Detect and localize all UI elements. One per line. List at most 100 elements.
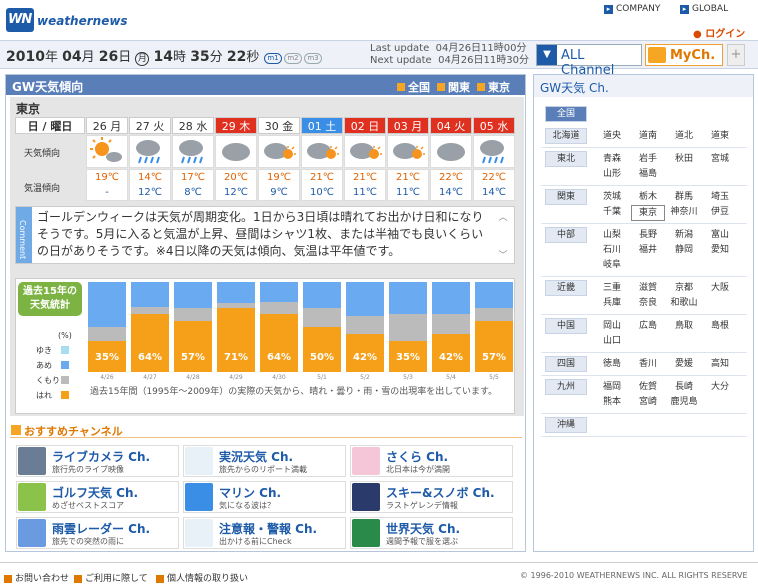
channel-link[interactable]: スキー&スノボ Ch. ラストゲレンデ情報 <box>350 481 513 513</box>
pref-link[interactable]: 島根 <box>703 319 737 333</box>
pref-link[interactable]: 岐阜 <box>595 258 629 272</box>
recommended-divider <box>10 437 522 438</box>
channel-link[interactable]: 注意報・警報 Ch. 出かける前にCheck <box>183 517 346 549</box>
region-7[interactable]: 九州 <box>545 379 587 395</box>
footer-terms-link[interactable]: ご利用に際して <box>74 571 148 584</box>
pref-link[interactable]: 岡山 <box>595 319 629 333</box>
pref-link[interactable]: 青森 <box>595 152 629 166</box>
pref-link[interactable]: 伊豆 <box>703 205 737 219</box>
region-5[interactable]: 中国 <box>545 318 587 334</box>
pref-link[interactable]: 鹿児島 <box>667 395 701 409</box>
channel-link[interactable]: 世界天気 Ch. 週間予報で服を選ぶ <box>350 517 513 549</box>
pref-link[interactable]: 宮城 <box>703 152 737 166</box>
pref-link[interactable]: 石川 <box>595 243 629 257</box>
region-0[interactable]: 北海道 <box>545 128 587 144</box>
region-4[interactable]: 近畿 <box>545 280 587 296</box>
pref-link[interactable]: 広島 <box>631 319 665 333</box>
mode-m3-button[interactable]: m3 <box>304 53 322 64</box>
nav-kanto[interactable]: 関東 <box>437 79 470 95</box>
pref-link[interactable]: 高知 <box>703 357 737 371</box>
pref-link[interactable]: 愛知 <box>703 243 737 257</box>
channel-link[interactable]: さくら Ch. 北日本は今が満開 <box>350 445 513 477</box>
footer-privacy-link[interactable]: 個人情報の取り扱い <box>156 571 248 584</box>
pref-link[interactable]: 群馬 <box>667 190 701 204</box>
region-8[interactable]: 沖縄 <box>545 417 587 433</box>
temp-max: 14℃ <box>138 172 162 183</box>
pref-link[interactable]: 埼玉 <box>703 190 737 204</box>
region-6[interactable]: 四国 <box>545 356 587 372</box>
channel-link[interactable]: 雨雲レーダー Ch. 旅先での突然の雨に <box>16 517 179 549</box>
trend-row-label: 天気傾向 <box>24 149 61 159</box>
pref-link[interactable]: 京都 <box>667 281 701 295</box>
login-link[interactable]: ● ログイン <box>693 25 745 40</box>
live-camera-icon <box>18 447 46 475</box>
pref-link[interactable]: 長崎 <box>667 380 701 394</box>
pref-link[interactable]: 熊本 <box>595 395 629 409</box>
region-3[interactable]: 中部 <box>545 227 587 243</box>
logo-text[interactable]: weathernews <box>37 14 128 28</box>
pref-link[interactable]: 道央 <box>595 129 629 143</box>
pref-link[interactable]: 静岡 <box>667 243 701 257</box>
pref-link[interactable]: 大分 <box>703 380 737 394</box>
pref-link[interactable]: 道北 <box>667 129 701 143</box>
pref-link[interactable]: 徳島 <box>595 357 629 371</box>
all-channel-button[interactable]: ▼ ALL Channel <box>536 44 642 78</box>
pref-link[interactable]: 宮崎 <box>631 395 665 409</box>
channel-link[interactable]: ライブカメラ Ch. 旅行先のライブ映像 <box>16 445 179 477</box>
region-2[interactable]: 関東 <box>545 189 587 205</box>
pref-link[interactable]: 福井 <box>631 243 665 257</box>
channel-link[interactable]: 実況天気 Ch. 旅先からのリポート満載 <box>183 445 346 477</box>
pref-link[interactable]: 千葉 <box>595 205 629 219</box>
scroll-down-icon[interactable]: ﹀ <box>497 248 509 261</box>
pref-link[interactable]: 鳥取 <box>667 319 701 333</box>
region-1[interactable]: 東北 <box>545 151 587 167</box>
pref-link[interactable]: 佐賀 <box>631 380 665 394</box>
bar-rain-segment <box>217 282 255 303</box>
channel-link[interactable]: マリン Ch. 気になる波は？ <box>183 481 346 513</box>
pref-link[interactable]: 道東 <box>703 129 737 143</box>
pref-link[interactable]: 栃木 <box>631 190 665 204</box>
mode-m2-button[interactable]: m2 <box>284 53 302 64</box>
mych-button[interactable]: MyCh. <box>645 44 723 66</box>
pref-link[interactable]: 福岡 <box>595 380 629 394</box>
mode-m1-button[interactable]: m1 <box>264 53 282 64</box>
pref-link[interactable]: 神奈川 <box>667 205 701 219</box>
temp-min: 14℃ <box>439 187 463 198</box>
nav-tokyo[interactable]: 東京 <box>477 79 510 95</box>
pref-link[interactable]: 山口 <box>595 334 629 348</box>
pref-link[interactable]: 香川 <box>631 357 665 371</box>
temp-min: 10℃ <box>310 187 334 198</box>
pref-link[interactable]: 東京 <box>631 205 665 221</box>
pref-link[interactable]: 奈良 <box>631 296 665 310</box>
pref-link[interactable]: 山梨 <box>595 228 629 242</box>
company-link[interactable]: ▸ COMPANY <box>604 4 660 14</box>
pref-link[interactable]: 山形 <box>595 167 629 181</box>
comment-scrollbar[interactable]: ︿ ﹀ <box>497 210 509 262</box>
nav-national[interactable]: 全国 <box>397 79 430 95</box>
pref-link[interactable]: 長野 <box>631 228 665 242</box>
pref-link[interactable]: 兵庫 <box>595 296 629 310</box>
pref-link[interactable]: 道南 <box>631 129 665 143</box>
bar-date-label: 4/26 <box>100 374 114 381</box>
scroll-up-icon[interactable]: ︿ <box>497 210 509 223</box>
pref-link[interactable]: 岩手 <box>631 152 665 166</box>
pref-link[interactable]: 富山 <box>703 228 737 242</box>
pref-link[interactable]: 新潟 <box>667 228 701 242</box>
pref-link[interactable]: 滋賀 <box>631 281 665 295</box>
channel-link[interactable]: ゴルフ天気 Ch. めざせベストスコア <box>16 481 179 513</box>
pref-link[interactable]: 秋田 <box>667 152 701 166</box>
pref-link[interactable]: 愛媛 <box>667 357 701 371</box>
pref-link[interactable]: 福島 <box>631 167 665 181</box>
pref-link[interactable]: 茨城 <box>595 190 629 204</box>
pref-link[interactable]: 三重 <box>595 281 629 295</box>
day-header: 27 火 <box>129 117 171 134</box>
add-channel-button[interactable]: + <box>727 44 745 66</box>
pref-link[interactable]: 大阪 <box>703 281 737 295</box>
update-info: Last update 04月26日11時00分 Next update 04月… <box>370 43 529 66</box>
footer-contact-link[interactable]: お問い合わせ <box>4 571 69 584</box>
region-national[interactable]: 全国 <box>545 106 587 122</box>
pref-link[interactable]: 和歌山 <box>667 296 701 310</box>
arrow-icon <box>74 574 82 583</box>
global-link[interactable]: ▸ GLOBAL <box>680 4 728 14</box>
channel-name: さくら Ch. <box>386 450 449 464</box>
